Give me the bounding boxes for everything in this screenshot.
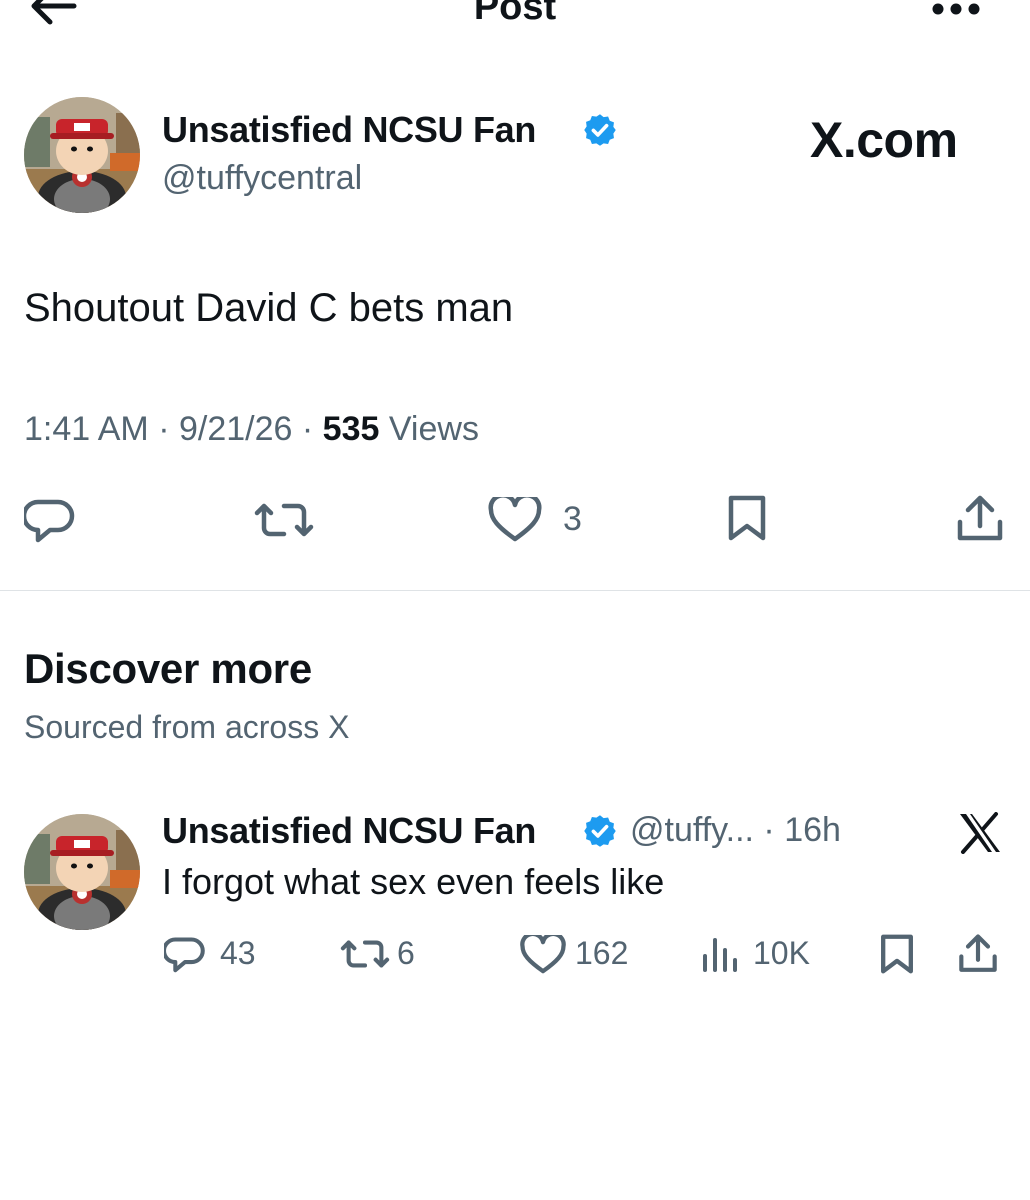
reply-icon[interactable]: [164, 934, 206, 974]
share-icon[interactable]: [958, 933, 998, 975]
author-handle[interactable]: @tuffycentral: [162, 158, 362, 198]
avatar[interactable]: [24, 97, 140, 213]
post-meta: 1:41 AM · 9/21/26 · 535 Views: [24, 410, 479, 448]
brand-watermark: X.com: [810, 112, 958, 168]
like-count: 162: [575, 935, 629, 971]
views-count: 10K: [753, 935, 810, 971]
views-icon[interactable]: [702, 936, 740, 972]
verified-icon: [582, 112, 618, 148]
reply-count: 43: [220, 935, 256, 971]
post-text: Shoutout David C bets man: [24, 286, 514, 330]
post-date: 9/21/26: [178, 410, 293, 448]
author-name[interactable]: Unsatisfied NCSU Fan: [162, 109, 536, 151]
feed-text: I forgot what sex even feels like: [162, 861, 665, 902]
more-icon[interactable]: [930, 2, 982, 16]
views-label[interactable]: Views: [389, 410, 479, 448]
section-subtitle: Sourced from across X: [24, 709, 350, 745]
like-icon[interactable]: [520, 935, 566, 975]
repost-icon[interactable]: [340, 936, 390, 972]
feed-handle[interactable]: @tuffy...: [630, 811, 754, 849]
like-count: 3: [563, 500, 582, 538]
avatar[interactable]: [24, 814, 140, 930]
page-title: Post: [473, 0, 557, 28]
share-icon[interactable]: [956, 494, 1004, 544]
repost-icon[interactable]: [254, 498, 314, 542]
feed-author-name[interactable]: Unsatisfied NCSU Fan: [162, 810, 536, 852]
bookmark-icon[interactable]: [878, 933, 916, 975]
feed-age[interactable]: 16h: [784, 811, 841, 849]
views-count[interactable]: 535: [323, 410, 380, 448]
reply-icon[interactable]: [24, 496, 76, 544]
bookmark-icon[interactable]: [725, 494, 769, 542]
divider: [0, 590, 1030, 591]
section-title: Discover more: [24, 645, 312, 692]
post-time: 1:41 AM: [24, 410, 149, 448]
x-logo-icon: [958, 812, 1002, 859]
feed-meta: @tuffy... · 16h: [630, 811, 841, 849]
repost-count: 6: [397, 935, 415, 971]
like-icon[interactable]: [488, 497, 542, 543]
verified-icon: [582, 813, 618, 849]
